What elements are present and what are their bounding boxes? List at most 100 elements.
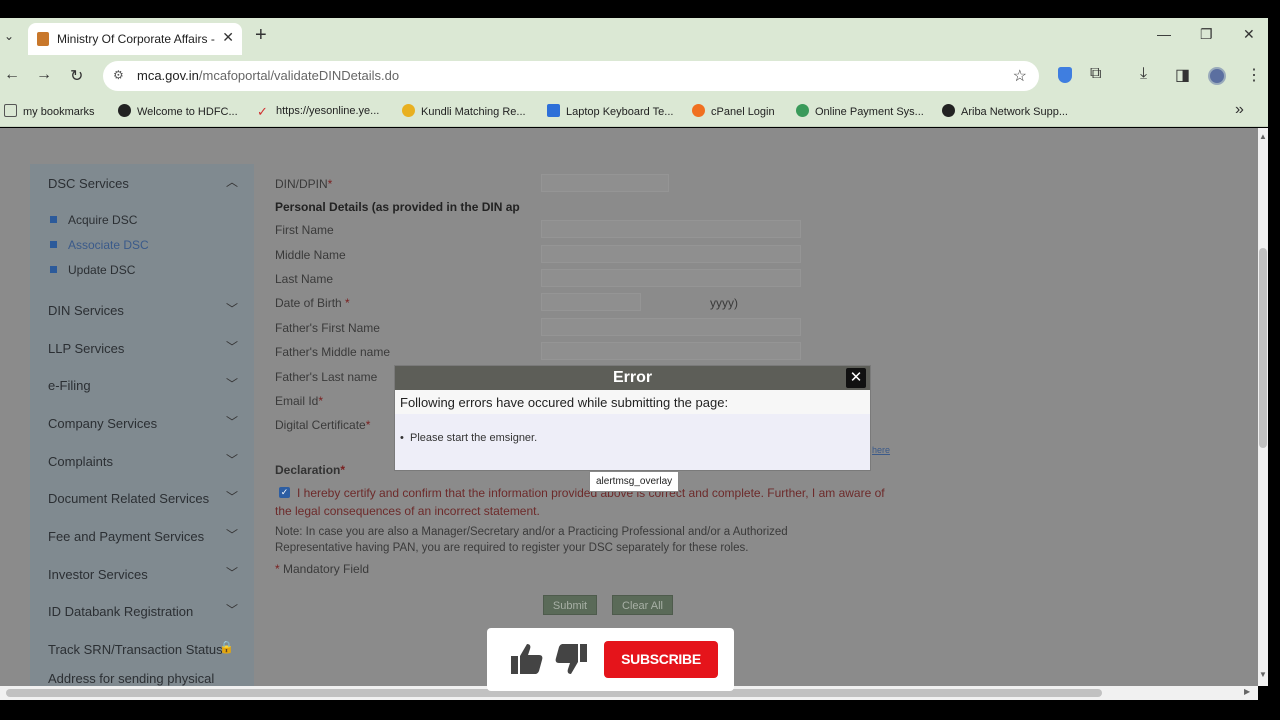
sidebar-section-llp[interactable]: LLP Services ﹀: [30, 332, 254, 364]
bookmark-item[interactable]: Laptop Keyboard Te...: [547, 104, 673, 118]
sidebar-section-company[interactable]: Company Services ﹀: [30, 407, 254, 439]
father-last-name-label: Father's Last name: [275, 370, 378, 384]
tab-title: Ministry Of Corporate Affairs - I: [57, 32, 217, 46]
thumbs-down-icon[interactable]: [553, 642, 589, 683]
side-panel-icon[interactable]: ◨: [1175, 65, 1190, 85]
profile-avatar[interactable]: [1208, 67, 1226, 85]
download-icon[interactable]: ⤓: [1140, 65, 1147, 83]
sidebar-item-associate-dsc[interactable]: Associate DSC: [50, 238, 149, 252]
chevron-up-icon: ︿: [225, 175, 238, 189]
error-dialog-subtitle-bar: Following errors have occured while subm…: [395, 390, 870, 414]
sidebar-section-din[interactable]: DIN Services ﹀: [30, 294, 254, 326]
checkmark-icon: ✓: [257, 104, 268, 119]
bullet-icon: •: [400, 432, 404, 444]
sidebar-section-track-srn[interactable]: Track SRN/Transaction Status 🔒: [30, 633, 254, 665]
chevron-down-icon: ﹀: [225, 415, 238, 429]
globe-icon: [942, 104, 955, 117]
email-label: Email Id*: [275, 394, 324, 408]
bookmark-item[interactable]: cPanel Login: [692, 104, 775, 118]
clear-all-button[interactable]: Clear All: [612, 595, 673, 615]
father-first-name-field[interactable]: [541, 318, 801, 336]
address-bar[interactable]: ⚙ mca.gov.in/mcafoportal/validateDINDeta…: [103, 61, 1039, 91]
error-dialog-header: Error ✕: [395, 366, 870, 390]
chevron-down-icon: ﹀: [225, 302, 238, 316]
father-first-name-label: Father's First Name: [275, 321, 380, 335]
lock-icon: 🔒: [219, 640, 234, 654]
sidebar-section-efiling[interactable]: e-Filing ﹀: [30, 369, 254, 401]
url-text[interactable]: mca.gov.in/mcafoportal/validateDINDetail…: [137, 68, 399, 83]
k-icon: [547, 104, 560, 117]
middle-name-field[interactable]: [541, 245, 801, 263]
new-tab-button[interactable]: +: [255, 24, 267, 47]
subscribe-button[interactable]: SUBSCRIBE: [604, 641, 718, 678]
restore-icon[interactable]: ❐: [1200, 26, 1213, 43]
bookmark-item[interactable]: ✓ https://yesonline.ye...: [257, 104, 379, 119]
extensions-puzzle-icon[interactable]: ⧉: [1090, 65, 1101, 83]
sidebar-section-complaints[interactable]: Complaints ﹀: [30, 445, 254, 477]
scroll-right-icon[interactable]: ▶: [1244, 687, 1250, 696]
shield-extension-icon[interactable]: [1058, 67, 1072, 83]
chevron-down-icon: ﹀: [225, 453, 238, 467]
bookmark-item[interactable]: Ariba Network Supp...: [942, 104, 1068, 118]
error-list: • Please start the emsigner.: [400, 432, 537, 444]
sidebar-item-acquire-dsc[interactable]: Acquire DSC: [50, 213, 137, 227]
browser-toolbar: ← → ↻ ⚙ mca.gov.in/mcafoportal/validateD…: [0, 55, 1268, 97]
window-close-icon[interactable]: ✕: [1243, 26, 1255, 43]
vertical-scrollbar[interactable]: ▲ ▼: [1258, 128, 1268, 686]
back-icon[interactable]: ←: [4, 66, 20, 84]
middle-name-label: Middle Name: [275, 248, 346, 262]
father-middle-name-field[interactable]: [541, 342, 801, 360]
dob-field[interactable]: [541, 293, 641, 311]
declaration-label: Declaration*: [275, 463, 346, 477]
mca-favicon-icon: [37, 32, 49, 46]
letterbox-right: [1268, 0, 1280, 720]
bookmark-star-icon[interactable]: ☆: [1013, 66, 1027, 86]
sidebar-section-address[interactable]: Address for sending physical: [30, 662, 254, 686]
close-icon[interactable]: ✕: [846, 368, 866, 388]
thumbs-up-icon[interactable]: [509, 642, 545, 683]
tab-strip: ⌄ Ministry Of Corporate Affairs - I ✕ + …: [0, 18, 1268, 55]
vertical-scroll-thumb[interactable]: [1259, 248, 1267, 448]
sidebar-section-fee-payment[interactable]: Fee and Payment Services ﹀: [30, 520, 254, 552]
minimize-icon[interactable]: —: [1157, 26, 1171, 42]
chevron-down-icon: ﹀: [225, 566, 238, 580]
last-name-field[interactable]: [541, 269, 801, 287]
last-name-label: Last Name: [275, 272, 334, 286]
sidebar-section-dsc[interactable]: DSC Services ︿: [30, 167, 254, 199]
submit-button[interactable]: Submit: [543, 595, 597, 615]
chevron-down-icon: ﹀: [225, 377, 238, 391]
payment-icon: [796, 104, 809, 117]
tab-close-icon[interactable]: ✕: [222, 29, 234, 46]
site-info-icon[interactable]: ⚙: [113, 68, 124, 82]
first-name-field[interactable]: [541, 220, 801, 238]
bookmark-item[interactable]: my bookmarks: [4, 104, 95, 118]
dsc-note: Note: In case you are also a Manager/Sec…: [275, 526, 788, 554]
forward-icon[interactable]: →: [36, 66, 52, 84]
sidebar-section-documents[interactable]: Document Related Services ﹀: [30, 482, 254, 514]
sun-icon: [402, 104, 415, 117]
tooltip: alertmsg_overlay: [589, 471, 680, 492]
menu-kebab-icon[interactable]: ⋮: [1246, 65, 1262, 85]
active-tab[interactable]: Ministry Of Corporate Affairs - I ✕: [28, 23, 242, 55]
cpanel-icon: [692, 104, 705, 117]
scroll-up-icon[interactable]: ▲: [1259, 132, 1267, 141]
declaration-text: I hereby certify and confirm that the in…: [275, 486, 885, 518]
scroll-down-icon[interactable]: ▼: [1259, 670, 1267, 679]
personal-details-heading: Personal Details (as provided in the DIN…: [275, 200, 520, 214]
bookmark-item[interactable]: Welcome to HDFC...: [118, 104, 238, 118]
din-field[interactable]: [541, 174, 669, 192]
bookmark-item[interactable]: Online Payment Sys...: [796, 104, 924, 118]
more-bookmarks-icon[interactable]: »: [1235, 101, 1244, 119]
bookmark-item[interactable]: Kundli Matching Re...: [402, 104, 526, 118]
sidebar-section-investor[interactable]: Investor Services ﹀: [30, 558, 254, 590]
reload-icon[interactable]: ↻: [70, 66, 83, 86]
subscribe-overlay: SUBSCRIBE: [487, 628, 734, 691]
sidebar-section-id-databank[interactable]: ID Databank Registration ﹀: [30, 595, 254, 627]
here-link[interactable]: here: [872, 445, 890, 455]
dob-format-hint: yyyy): [710, 296, 738, 310]
tab-search-icon[interactable]: ⌄: [0, 24, 18, 48]
error-dialog-subtitle: Following errors have occured while subm…: [400, 395, 729, 410]
chevron-down-icon: ﹀: [225, 340, 238, 354]
sidebar-item-update-dsc[interactable]: Update DSC: [50, 263, 135, 277]
chevron-down-icon: ﹀: [225, 528, 238, 542]
